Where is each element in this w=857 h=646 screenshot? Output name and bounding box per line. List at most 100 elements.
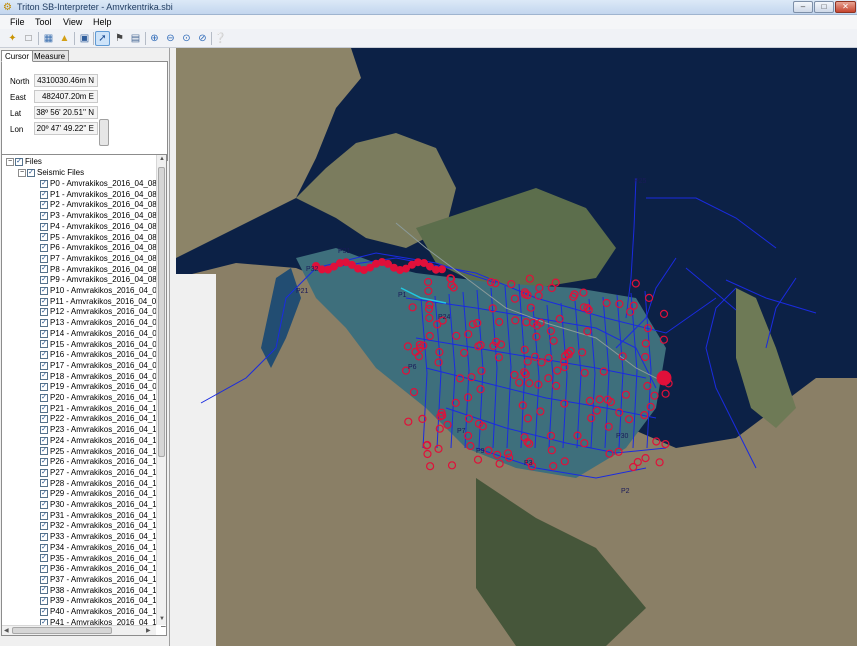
seismic-file-item[interactable]: ✓ P33 - Amvrakikos_2016_04_11_ [40, 532, 165, 543]
close-button[interactable]: ✕ [835, 1, 856, 13]
seismic-file-item[interactable]: ✓ P8 - Amvrakikos_2016_04_08_L [40, 265, 166, 276]
checkbox-icon[interactable]: ✓ [40, 404, 48, 413]
checkbox-icon[interactable]: ✓ [40, 607, 48, 616]
seismic-file-item[interactable]: ✓ P31 - Amvrakikos_2016_04_11_ [40, 511, 165, 522]
seismic-file-item[interactable]: ✓ P0 - Amvrakikos_2016_04_08_L [40, 179, 166, 190]
seismic-file-item[interactable]: ✓ P24 - Amvrakikos_2016_04_11_ [40, 436, 165, 447]
checkbox-icon[interactable]: ✓ [40, 522, 48, 531]
open-icon[interactable]: ▦ [41, 31, 56, 46]
seismic-file-item[interactable]: ✓ P7 - Amvrakikos_2016_04_08_L [40, 254, 166, 265]
checkbox-icon[interactable]: ✓ [40, 254, 48, 263]
seismic-file-item[interactable]: ✓ P13 - Amvrakikos_2016_04_08_ [40, 318, 166, 329]
zoom-out-icon[interactable]: ⊖ [163, 31, 178, 46]
checkbox-icon[interactable]: ✓ [40, 372, 48, 381]
checkbox-icon[interactable]: ✓ [40, 479, 48, 488]
scroll-right-icon[interactable]: ▶ [146, 627, 151, 634]
seismic-file-item[interactable]: ✓ P5 - Amvrakikos_2016_04_08_L [40, 233, 166, 244]
tree-group[interactable]: − ✓ Seismic Files [18, 168, 84, 179]
menu-file[interactable]: File [10, 17, 25, 27]
seismic-file-item[interactable]: ✓ P40 - Amvrakikos_2016_04_12_ [40, 607, 166, 618]
seismic-file-item[interactable]: ✓ P1 - Amvrakikos_2016_04_08_L [40, 190, 166, 201]
checkbox-icon[interactable]: ✓ [40, 211, 48, 220]
tree-horizontal-scrollbar[interactable]: ◀ ▶ [2, 625, 156, 635]
seismic-file-item[interactable]: ✓ P19 - Amvrakikos_2016_04_09_ [40, 382, 166, 393]
checkbox-icon[interactable]: ✓ [40, 543, 48, 552]
pointer-icon[interactable]: ➚ [95, 31, 110, 46]
tree-scroll-thumb[interactable] [158, 167, 165, 457]
checkbox-icon[interactable]: ✓ [40, 190, 48, 199]
menu-tool[interactable]: Tool [35, 17, 52, 27]
seismic-file-item[interactable]: ✓ P12 - Amvrakikos_2016_04_08_ [40, 307, 166, 318]
seismic-file-item[interactable]: ✓ P36 - Amvrakikos_2016_04_12_ [40, 564, 166, 575]
seismic-file-item[interactable]: ✓ P34 - Amvrakikos_2016_04_11_ [40, 543, 165, 554]
seismic-file-item[interactable]: ✓ P30 - Amvrakikos_2016_04_11_ [40, 500, 165, 511]
seismic-file-item[interactable]: ✓ P26 - Amvrakikos_2016_04_11_ [40, 457, 165, 468]
seismic-file-item[interactable]: ✓ P11 - Amvrakikos_2016_04_08_ [40, 297, 165, 308]
checkbox-icon[interactable]: ✓ [27, 168, 35, 177]
seismic-file-item[interactable]: ✓ P6 - Amvrakikos_2016_04_08_L [40, 243, 166, 254]
zoom-selection-icon[interactable]: ⊘ [195, 31, 210, 46]
checkbox-icon[interactable]: ✓ [40, 265, 48, 274]
checkbox-icon[interactable]: ✓ [40, 361, 48, 370]
tree-vertical-scrollbar[interactable]: ▲ ▼ [156, 155, 166, 625]
zoom-extent-icon[interactable]: ⊙ [179, 31, 194, 46]
marker-icon[interactable]: ⚑ [112, 31, 127, 46]
tree-hscroll-thumb[interactable] [12, 627, 112, 634]
checkbox-icon[interactable]: ✓ [40, 415, 48, 424]
seismic-file-item[interactable]: ✓ P37 - Amvrakikos_2016_04_12_ [40, 575, 166, 586]
seismic-file-item[interactable]: ✓ P15 - Amvrakikos_2016_04_08_ [40, 340, 166, 351]
scroll-left-icon[interactable]: ◀ [4, 627, 9, 634]
tree-root[interactable]: − ✓ Files [6, 157, 42, 168]
seismic-file-item[interactable]: ✓ P17 - Amvrakikos_2016_04_09_ [40, 361, 166, 372]
seismic-file-item[interactable]: ✓ P22 - Amvrakikos_2016_04_10_ [40, 414, 166, 425]
checkbox-icon[interactable]: ✓ [40, 425, 48, 434]
checkbox-icon[interactable]: ✓ [40, 297, 48, 306]
checkbox-icon[interactable]: ✓ [40, 286, 48, 295]
checkbox-icon[interactable]: ✓ [40, 318, 48, 327]
checkbox-icon[interactable]: ✓ [40, 554, 48, 563]
checkbox-icon[interactable]: ✓ [40, 490, 48, 499]
maximize-button[interactable]: □ [814, 1, 834, 13]
tab-cursor[interactable]: Cursor [1, 50, 34, 62]
map-view[interactable]: P25 P31 P32 P21 P1 P24 P6 P7 P9 P3 P30 P2 [176, 48, 857, 646]
seismic-file-item[interactable]: ✓ P4 - Amvrakikos_2016_04_08_L [40, 222, 166, 233]
checkbox-icon[interactable]: ✓ [40, 447, 48, 456]
checkbox-icon[interactable]: ✓ [40, 532, 48, 541]
checkbox-icon[interactable]: ✓ [40, 565, 48, 574]
satellite-map[interactable] [176, 48, 857, 646]
collapse-icon[interactable]: − [6, 157, 14, 166]
seismic-file-item[interactable]: ✓ P3 - Amvrakikos_2016_04_08_L [40, 211, 166, 222]
zoom-in-icon[interactable]: ⊕ [147, 31, 162, 46]
scroll-up-icon[interactable]: ▲ [159, 156, 165, 162]
checkbox-icon[interactable]: ✓ [40, 393, 48, 402]
seismic-file-item[interactable]: ✓ P29 - Amvrakikos_2016_04_11_ [40, 489, 165, 500]
checkbox-icon[interactable]: ✓ [40, 244, 48, 253]
checkbox-icon[interactable]: ✓ [40, 500, 48, 509]
seismic-file-item[interactable]: ✓ P23 - Amvrakikos_2016_04_10_ [40, 425, 166, 436]
seismic-file-item[interactable]: ✓ P35 - Amvrakikos_2016_04_11_ [40, 554, 165, 565]
seismic-file-item[interactable]: ✓ P38 - Amvrakikos_2016_04_12_ [40, 586, 166, 597]
collapse-icon[interactable]: − [18, 168, 26, 177]
seismic-file-item[interactable]: ✓ P25 - Amvrakikos_2016_04_11_ [40, 447, 165, 458]
help-icon[interactable]: ❔ [213, 31, 228, 46]
checkbox-icon[interactable]: ✓ [40, 276, 48, 285]
seismic-file-item[interactable]: ✓ P2 - Amvrakikos_2016_04_08_L [40, 200, 166, 211]
menu-help[interactable]: Help [93, 17, 112, 27]
checkbox-icon[interactable]: ✓ [40, 436, 48, 445]
checkbox-icon[interactable]: ✓ [40, 201, 48, 210]
minimize-button[interactable]: – [793, 1, 813, 13]
scroll-down-icon[interactable]: ▼ [159, 616, 165, 622]
seismic-file-item[interactable]: ✓ P16 - Amvrakikos_2016_04_09_ [40, 350, 166, 361]
seismic-file-item[interactable]: ✓ P27 - Amvrakikos_2016_04_11_ [40, 468, 165, 479]
layer-icon[interactable]: ▤ [128, 31, 143, 46]
checkbox-icon[interactable]: ✓ [40, 575, 48, 584]
checkbox-icon[interactable]: ✓ [40, 308, 48, 317]
menu-view[interactable]: View [63, 17, 82, 27]
checkbox-icon[interactable]: ✓ [40, 340, 48, 349]
checkbox-icon[interactable]: ✓ [40, 351, 48, 360]
checkbox-icon[interactable]: ✓ [40, 179, 48, 188]
seismic-file-item[interactable]: ✓ P28 - Amvrakikos_2016_04_11_ [40, 479, 165, 490]
open-folder-icon[interactable]: ▲ [57, 31, 72, 46]
checkbox-icon[interactable]: ✓ [40, 586, 48, 595]
coord-format-scroll[interactable] [99, 119, 109, 146]
